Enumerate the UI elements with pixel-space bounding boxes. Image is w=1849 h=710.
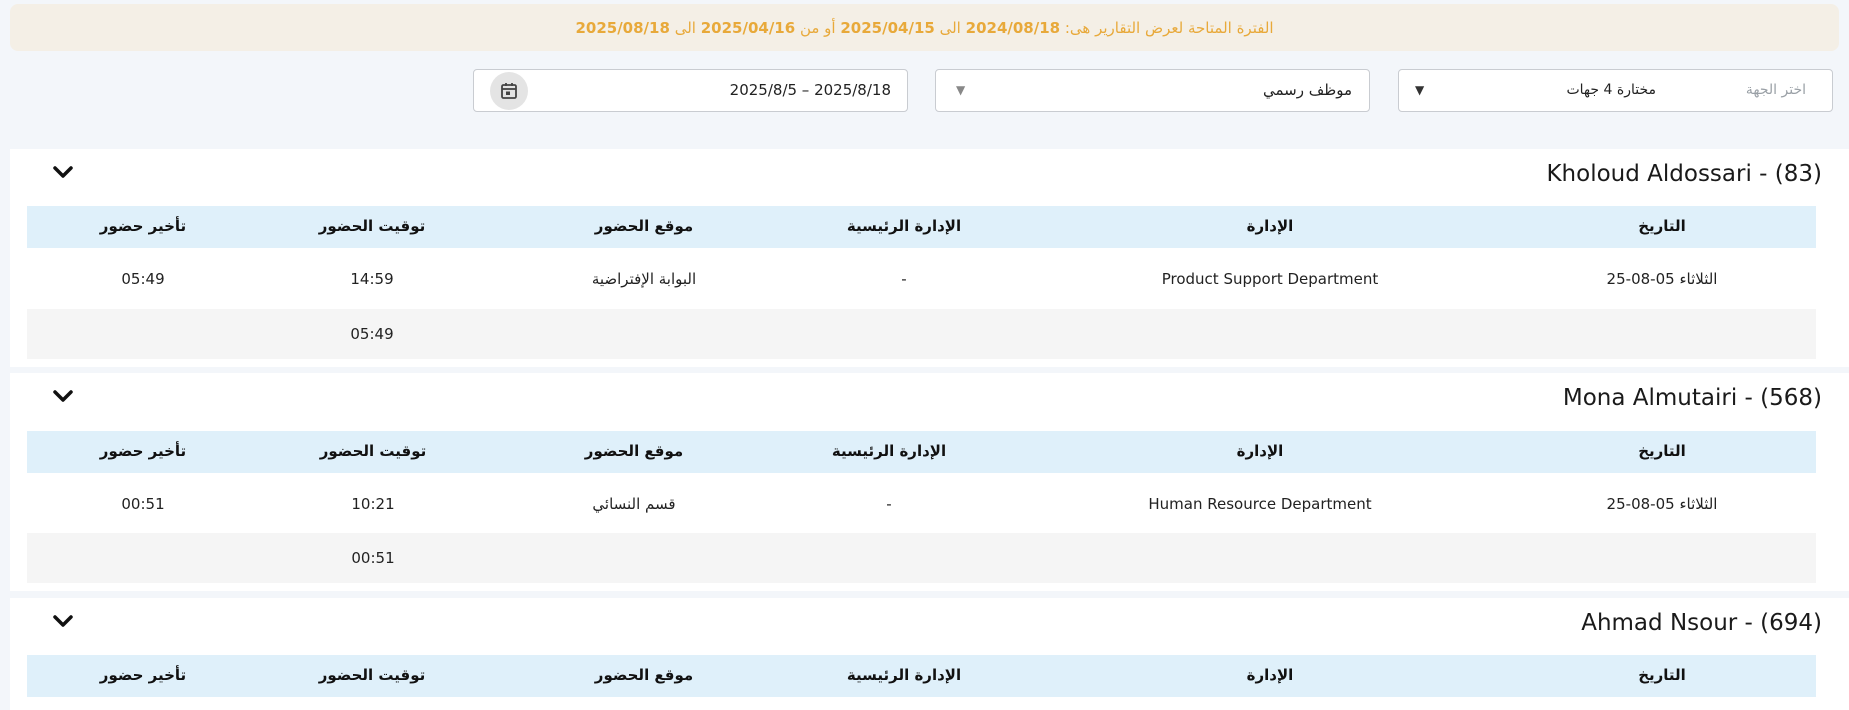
banner-prefix: الفترة المتاحة لعرض التقارير هى:: [1064, 18, 1274, 37]
chevron-down-icon[interactable]: [52, 165, 74, 179]
cell-main-department: -: [901, 270, 907, 288]
cell-department: Product Support Department: [1161, 270, 1379, 288]
table-row: الثلاثاء 05-08-25 Product Support Depart…: [27, 254, 1816, 304]
cell-department: Human Resource Department: [1148, 495, 1372, 513]
report-period-banner: الفترة المتاحة لعرض التقارير هى: 2024/08…: [10, 4, 1839, 51]
cell-main-department: -: [886, 495, 892, 513]
header-delay: تأخير حضور: [99, 217, 187, 235]
header-location: موقع الحضور: [584, 442, 684, 460]
cell-time: 14:59: [350, 270, 394, 288]
header-date: التاريخ: [1638, 442, 1686, 460]
header-department: الإدارة: [1246, 217, 1294, 235]
caret-down-icon: ▼: [956, 83, 966, 97]
cell-location: قسم النسائي: [592, 495, 676, 513]
table-header: التاريخ الإدارة الإدارة الرئيسية موقع ال…: [27, 206, 1816, 248]
table-header: التاريخ الإدارة الإدارة الرئيسية موقع ال…: [27, 431, 1816, 473]
employee-title: Mona Almutairi - (568): [1562, 385, 1822, 411]
chevron-down-icon[interactable]: [52, 389, 74, 403]
total-row: 05:49: [27, 309, 1816, 359]
banner-sep-1: الى: [939, 18, 961, 37]
banner-date-1: 2024/08/18: [965, 18, 1061, 37]
entity-select[interactable]: اختر الجهة مختارة 4 جهات ▼: [1398, 69, 1833, 112]
cell-total-time: 05:49: [350, 325, 394, 343]
header-date: التاريخ: [1638, 217, 1686, 235]
cell-delay: 00:51: [121, 495, 165, 513]
table-header: التاريخ الإدارة الإدارة الرئيسية موقع ال…: [27, 655, 1816, 697]
caret-down-icon: ▼: [1415, 83, 1425, 97]
banner-date-2: 2025/04/15: [840, 18, 935, 37]
header-date: التاريخ: [1638, 666, 1686, 684]
employee-section: Ahmad Nsour - (694) التاريخ الإدارة الإد…: [10, 598, 1849, 710]
banner-sep-3: الى: [674, 18, 696, 37]
employee-section: Mona Almutairi - (568) التاريخ الإدارة ا…: [10, 373, 1849, 591]
employee-section: Kholoud Aldossari - (83) التاريخ الإدارة…: [10, 149, 1849, 367]
header-delay: تأخير حضور: [99, 666, 187, 684]
chevron-down-icon[interactable]: [52, 614, 74, 628]
employee-title: Ahmad Nsour - (694): [1581, 610, 1822, 636]
table-row: الثلاثاء 05-08-25 Human Resource Departm…: [27, 479, 1816, 529]
header-time: توقيت الحضور: [318, 666, 426, 684]
banner-sep-2: أو من: [799, 18, 836, 37]
cell-time: 10:21: [351, 495, 395, 513]
date-range-value: 2025/8/5 – 2025/8/18: [729, 81, 891, 99]
employee-type-value: موظف رسمي: [1262, 81, 1352, 99]
banner-date-4: 2025/08/18: [575, 18, 670, 37]
employee-title: Kholoud Aldossari - (83): [1546, 161, 1822, 187]
header-department: الإدارة: [1246, 666, 1294, 684]
banner-date-3: 2025/04/16: [700, 18, 796, 37]
total-row: 00:51: [27, 533, 1816, 583]
entity-selected-value: مختارة 4 جهات: [1566, 82, 1656, 98]
cell-total-time: 00:51: [351, 549, 395, 567]
calendar-button[interactable]: [490, 72, 528, 110]
header-main-department: الإدارة الرئيسية: [846, 666, 962, 684]
header-time: توقيت الحضور: [319, 442, 427, 460]
header-main-department: الإدارة الرئيسية: [846, 217, 962, 235]
header-main-department: الإدارة الرئيسية: [831, 442, 947, 460]
header-time: توقيت الحضور: [318, 217, 426, 235]
header-location: موقع الحضور: [594, 217, 694, 235]
cell-delay: 05:49: [121, 270, 165, 288]
header-delay: تأخير حضور: [99, 442, 187, 460]
cell-location: البوابة الإفتراضية: [591, 270, 697, 288]
header-location: موقع الحضور: [594, 666, 694, 684]
date-range-picker[interactable]: 2025/8/5 – 2025/8/18: [473, 69, 908, 112]
cell-date: الثلاثاء 05-08-25: [1606, 270, 1718, 288]
calendar-icon: [501, 83, 517, 99]
cell-date: الثلاثاء 05-08-25: [1606, 495, 1718, 513]
header-department: الإدارة: [1236, 442, 1284, 460]
entity-placeholder: اختر الجهة: [1745, 82, 1806, 98]
employee-type-select[interactable]: موظف رسمي ▼: [935, 69, 1370, 112]
